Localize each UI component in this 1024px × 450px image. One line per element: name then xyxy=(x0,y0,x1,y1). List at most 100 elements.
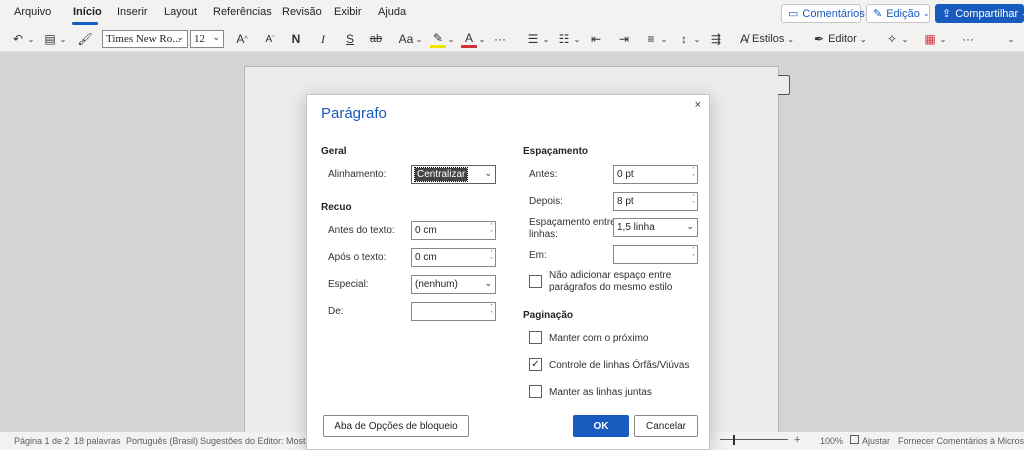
space-before-label: Antes: xyxy=(529,169,558,180)
at-label: Em: xyxy=(529,250,547,261)
zoom-slider-thumb[interactable] xyxy=(733,435,735,445)
menu-layout[interactable]: Layout xyxy=(164,6,197,18)
chevron-down-icon: ⌄ xyxy=(212,33,220,43)
chevron-down-icon[interactable]: ⌄ xyxy=(477,30,487,48)
chevron-down-icon[interactable]: ⌄ xyxy=(692,30,702,48)
space-before-input[interactable]: 0 pt ˄ ˅ xyxy=(613,165,698,184)
chevron-down-icon[interactable]: ⌄ xyxy=(414,30,424,48)
line-spacing-label-line1: Espaçamento entre xyxy=(529,217,616,228)
grow-font-button[interactable]: A ^ xyxy=(234,30,250,48)
spin-arrows-icon[interactable]: ˄ ˅ xyxy=(490,304,493,318)
line-spacing-select[interactable]: 1,5 linha ⌄ xyxy=(613,218,698,237)
lock-options-tab-button[interactable]: Aba de Opções de bloqueio xyxy=(323,415,469,437)
spin-arrows-icon[interactable]: ˄ ˅ xyxy=(490,250,493,264)
menu-revisao[interactable]: Revisão xyxy=(282,6,322,18)
chevron-down-icon[interactable]: ⌄ xyxy=(446,30,456,48)
chevron-down-icon[interactable]: ⌄ xyxy=(541,30,551,48)
chevron-down-icon[interactable]: ⌄ xyxy=(58,30,68,48)
font-color-button[interactable]: A xyxy=(461,30,477,48)
more-options-icon[interactable]: ··· xyxy=(958,30,978,48)
widow-checkbox[interactable]: ✓ xyxy=(529,358,542,371)
grow-font-icon: A xyxy=(236,32,245,46)
chevron-down-icon[interactable]: ⌄ xyxy=(1004,30,1018,48)
keep-next-checkbox[interactable] xyxy=(529,331,542,344)
share-button[interactable]: ⇪ Compartilhar ⌄ xyxy=(935,4,1024,23)
line-spacing-value: 1,5 linha xyxy=(617,222,655,233)
close-icon[interactable]: × xyxy=(695,99,701,111)
font-size-select[interactable]: 12 ⌄ xyxy=(190,30,224,48)
bullets-icon[interactable]: ☰ xyxy=(525,30,541,48)
increase-indent-icon[interactable]: ⇥ xyxy=(616,30,632,48)
more-font-icon[interactable]: ··· xyxy=(492,30,508,48)
menu-ajuda[interactable]: Ajuda xyxy=(378,6,406,18)
font-name-select[interactable]: Times New Ro... ⌄ xyxy=(102,30,188,48)
font-name-value: Times New Ro... xyxy=(106,33,181,45)
line-spacing-label: Espaçamento entre linhas: xyxy=(529,217,616,241)
spin-arrows-icon[interactable]: ˄ ˅ xyxy=(692,194,695,208)
chevron-down-icon[interactable]: ⌄ xyxy=(26,30,36,48)
change-case-button[interactable]: Aa xyxy=(397,30,415,48)
feedback-link[interactable]: Fornecer Comentários à Microsoft xyxy=(898,436,1024,446)
space-after-input[interactable]: 8 pt ˄ ˅ xyxy=(613,192,698,211)
spin-arrows-icon[interactable]: ˄ ˅ xyxy=(490,223,493,237)
comment-icon: ▭ xyxy=(788,8,799,20)
zoom-in-icon[interactable]: + xyxy=(794,434,800,446)
menu-arquivo[interactable]: Arquivo xyxy=(14,6,51,18)
editing-button[interactable]: ✎ Edição ⌄ xyxy=(866,4,930,23)
chevron-down-icon[interactable]: ⌄ xyxy=(938,30,948,48)
alignment-value: Centralizar xyxy=(413,167,469,182)
alignment-select[interactable]: Centralizar ⌄ xyxy=(411,165,496,184)
menu-inserir[interactable]: Inserir xyxy=(117,6,148,18)
share-label: Compartilhar xyxy=(955,7,1019,20)
designer-wand-icon[interactable]: ✧ xyxy=(884,30,900,48)
format-painter-icon[interactable]: 🖌 xyxy=(76,30,94,48)
chevron-down-icon: ⌄ xyxy=(859,34,867,44)
line-spacing-icon[interactable]: ↕ xyxy=(676,30,692,48)
menu-referencias[interactable]: Referências xyxy=(213,6,272,18)
undo-icon[interactable]: ↶ xyxy=(10,30,26,48)
keep-lines-checkbox[interactable] xyxy=(529,385,542,398)
fit-icon[interactable] xyxy=(850,435,859,444)
chevron-down-icon[interactable]: ⌄ xyxy=(572,30,582,48)
section-geral: Geral xyxy=(321,146,347,157)
numbering-icon[interactable]: ☷ xyxy=(556,30,572,48)
dialog-title: Parágrafo xyxy=(321,105,387,122)
italic-button[interactable]: I xyxy=(315,30,331,48)
ok-button[interactable]: OK xyxy=(573,415,629,437)
spin-arrows-icon[interactable]: ˄ ˅ xyxy=(692,247,695,261)
cancel-button[interactable]: Cancelar xyxy=(634,415,698,437)
fit-label[interactable]: Ajustar xyxy=(862,436,890,446)
no-space-checkbox[interactable] xyxy=(529,275,542,288)
indent-after-value: 0 cm xyxy=(415,252,437,263)
comments-button[interactable]: ▭ Comentários xyxy=(781,4,865,23)
share-icon: ⇪ xyxy=(942,8,952,20)
underline-button[interactable]: S xyxy=(342,30,358,48)
by-input[interactable]: ˄ ˅ xyxy=(411,302,496,321)
table-grid-icon[interactable]: ▦ xyxy=(922,30,938,48)
chevron-down-icon[interactable]: ⌄ xyxy=(900,30,910,48)
no-space-label-line2: parágrafos do mesmo estilo xyxy=(549,282,673,293)
indent-after-input[interactable]: 0 cm ˄ ˅ xyxy=(411,248,496,267)
editor-suggestions[interactable]: Sugestões do Editor: Mostrando xyxy=(200,436,306,446)
menu-exibir[interactable]: Exibir xyxy=(334,6,362,18)
bold-button[interactable]: N xyxy=(288,30,304,48)
styles-button[interactable]: A̸ Estilos ⌄ xyxy=(740,30,804,48)
paragraph-options-icon[interactable]: ⇶ xyxy=(708,30,724,48)
highlight-icon[interactable]: ✎ xyxy=(430,30,446,48)
at-input[interactable]: ˄ ˅ xyxy=(613,245,698,264)
special-select[interactable]: (nenhum) ⌄ xyxy=(411,275,496,294)
indent-before-input[interactable]: 0 cm ˄ ˅ xyxy=(411,221,496,240)
align-icon[interactable]: ≡ xyxy=(643,30,659,48)
zoom-slider-track[interactable] xyxy=(720,439,788,440)
zoom-level[interactable]: 100% xyxy=(820,436,843,446)
chevron-down-icon: ⌄ xyxy=(787,34,795,44)
strikethrough-button[interactable]: ab xyxy=(368,30,384,48)
menu-inicio[interactable]: Início xyxy=(73,6,102,18)
decrease-indent-icon[interactable]: ⇤ xyxy=(588,30,604,48)
language[interactable]: Português (Brasil) xyxy=(126,436,198,446)
paste-icon[interactable]: ▤ xyxy=(42,30,58,48)
spin-arrows-icon[interactable]: ˄ ˅ xyxy=(692,167,695,181)
chevron-down-icon[interactable]: ⌄ xyxy=(659,30,669,48)
shrink-font-button[interactable]: Aˇ xyxy=(262,30,278,48)
editor-button[interactable]: ✒ Editor ⌄ xyxy=(814,30,874,48)
